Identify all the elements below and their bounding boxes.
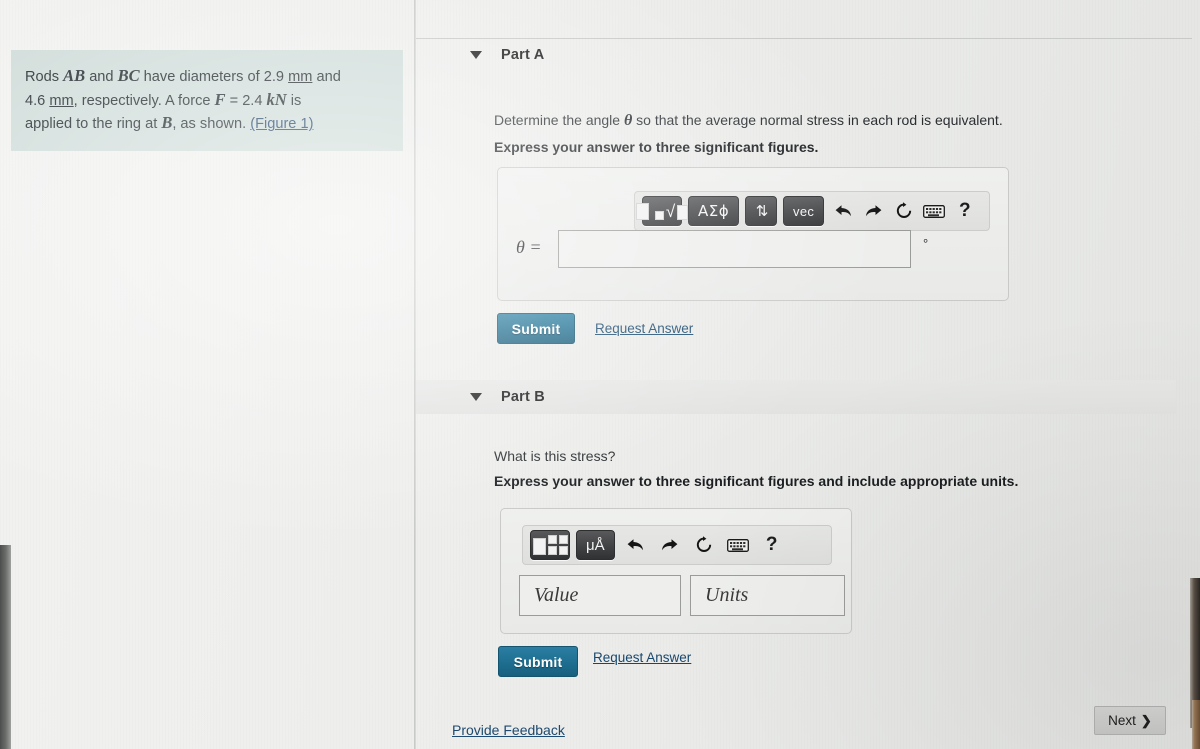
symbol-b: B: [161, 113, 173, 133]
undo-glyph: [627, 539, 644, 551]
part-b-answer-box: μÅ ? Value Units: [500, 508, 852, 634]
provide-feedback-link[interactable]: Provide Feedback: [452, 722, 565, 738]
part-a-title: Part A: [501, 47, 545, 63]
figure-1-link[interactable]: (Figure 1): [250, 116, 313, 132]
question-text-l1b: and: [85, 69, 118, 85]
undo-glyph: [835, 205, 851, 217]
units-label: μÅ: [586, 536, 605, 554]
keyboard-icon[interactable]: [921, 197, 947, 225]
vector-label: vec: [793, 203, 815, 219]
math-template-button[interactable]: [530, 530, 570, 560]
reset-glyph: [696, 536, 711, 552]
question-text-l3a: applied to the ring at: [25, 116, 162, 133]
vector-button[interactable]: vec: [783, 196, 825, 226]
symbol-ab: AB: [63, 66, 86, 85]
redo-glyph: [662, 539, 678, 551]
greek-symbols-button[interactable]: ΑΣϕ: [688, 196, 740, 226]
help-icon[interactable]: ?: [952, 197, 978, 225]
keyboard-icon[interactable]: [723, 531, 753, 559]
caret-down-icon[interactable]: [470, 51, 482, 59]
next-button-label: Next: [1108, 713, 1136, 728]
help-glyph: ?: [765, 534, 778, 555]
math-template-icon: √: [635, 202, 689, 220]
question-text-l2d: is: [286, 92, 302, 109]
unit-kn: kN: [266, 89, 287, 109]
redo-icon[interactable]: [655, 531, 685, 559]
help-glyph: ?: [958, 200, 971, 221]
value-input[interactable]: [519, 575, 681, 616]
caret-down-icon[interactable]: [470, 393, 482, 401]
math-template-button[interactable]: √: [635, 196, 689, 226]
next-button[interactable]: Next ❯: [1094, 706, 1166, 735]
redo-glyph: [866, 205, 882, 217]
question-statement: Rods AB and BC have diameters of 2.9 mm …: [11, 50, 403, 152]
part-a-answer-box: √ ΑΣϕ ⇅ vec ? θ = °: [497, 167, 1009, 301]
part-a-instruction: Express your answer to three significant…: [494, 139, 819, 155]
part-b-request-answer-link[interactable]: Request Answer: [593, 650, 691, 665]
part-b-header[interactable]: Part B: [416, 380, 1176, 414]
part-a-submit-button[interactable]: Submit: [497, 313, 575, 344]
sort-arrows-button[interactable]: ⇅: [745, 196, 778, 226]
math-template-icon: [532, 535, 568, 555]
degree-unit-label: °: [923, 236, 929, 251]
symbol-bc: BC: [117, 66, 140, 85]
part-a-math-toolbar: √ ΑΣϕ ⇅ vec ?: [634, 191, 990, 231]
symbol-force: F: [214, 89, 226, 109]
units-input[interactable]: [690, 575, 845, 616]
question-text-l2b: , respectively. A force: [73, 92, 215, 109]
right-bezel-edge-lower: [1192, 700, 1200, 749]
part-b-instruction: Express your answer to three significant…: [494, 473, 1019, 489]
unit-mm-2: mm: [49, 92, 74, 109]
theta-equals-text: θ =: [516, 237, 542, 257]
reset-glyph: [896, 202, 912, 218]
unit-mm-1: mm: [288, 69, 313, 85]
question-text-l2c: = 2.4: [225, 92, 267, 109]
theta-equals-label: θ =: [516, 237, 542, 258]
reset-icon[interactable]: [891, 197, 917, 225]
part-a-prompt: Determine the angle θ so that the averag…: [494, 112, 1003, 130]
part-a-prompt-post: so that the average normal stress in eac…: [632, 112, 1003, 128]
reset-icon[interactable]: [689, 531, 719, 559]
question-text-l1d: and: [312, 69, 341, 85]
part-a-request-answer-link[interactable]: Request Answer: [595, 321, 693, 336]
up-down-arrows-icon: ⇅: [755, 203, 769, 220]
question-text-l1a: Rods: [25, 69, 64, 85]
question-text-l2a: 4.6: [25, 92, 50, 109]
keyboard-glyph: [923, 204, 946, 218]
part-a-prompt-pre: Determine the angle: [494, 112, 624, 128]
part-b-submit-button[interactable]: Submit: [498, 646, 578, 677]
redo-icon[interactable]: [861, 197, 887, 225]
part-b-title: Part B: [501, 389, 545, 405]
part-a-header[interactable]: Part A: [416, 38, 1200, 72]
answer-pane: Part A Determine the angle θ so that the…: [416, 0, 1200, 749]
units-button[interactable]: μÅ: [576, 530, 615, 560]
question-pane: Rods AB and BC have diameters of 2.9 mm …: [0, 0, 414, 749]
question-text-l3b: , as shown.: [172, 116, 251, 133]
greek-symbols-label: ΑΣϕ: [698, 202, 730, 220]
chevron-right-icon: ❯: [1140, 712, 1152, 728]
undo-icon[interactable]: [621, 531, 651, 559]
part-b-prompt: What is this stress?: [494, 448, 616, 464]
theta-answer-input[interactable]: [558, 230, 911, 268]
help-icon[interactable]: ?: [757, 531, 787, 559]
left-bezel-edge: [0, 545, 11, 749]
keyboard-glyph: [726, 538, 749, 552]
question-text-l1c: have diameters of 2.9: [139, 69, 289, 85]
undo-icon[interactable]: [830, 197, 856, 225]
part-b-math-toolbar: μÅ ?: [522, 525, 832, 565]
